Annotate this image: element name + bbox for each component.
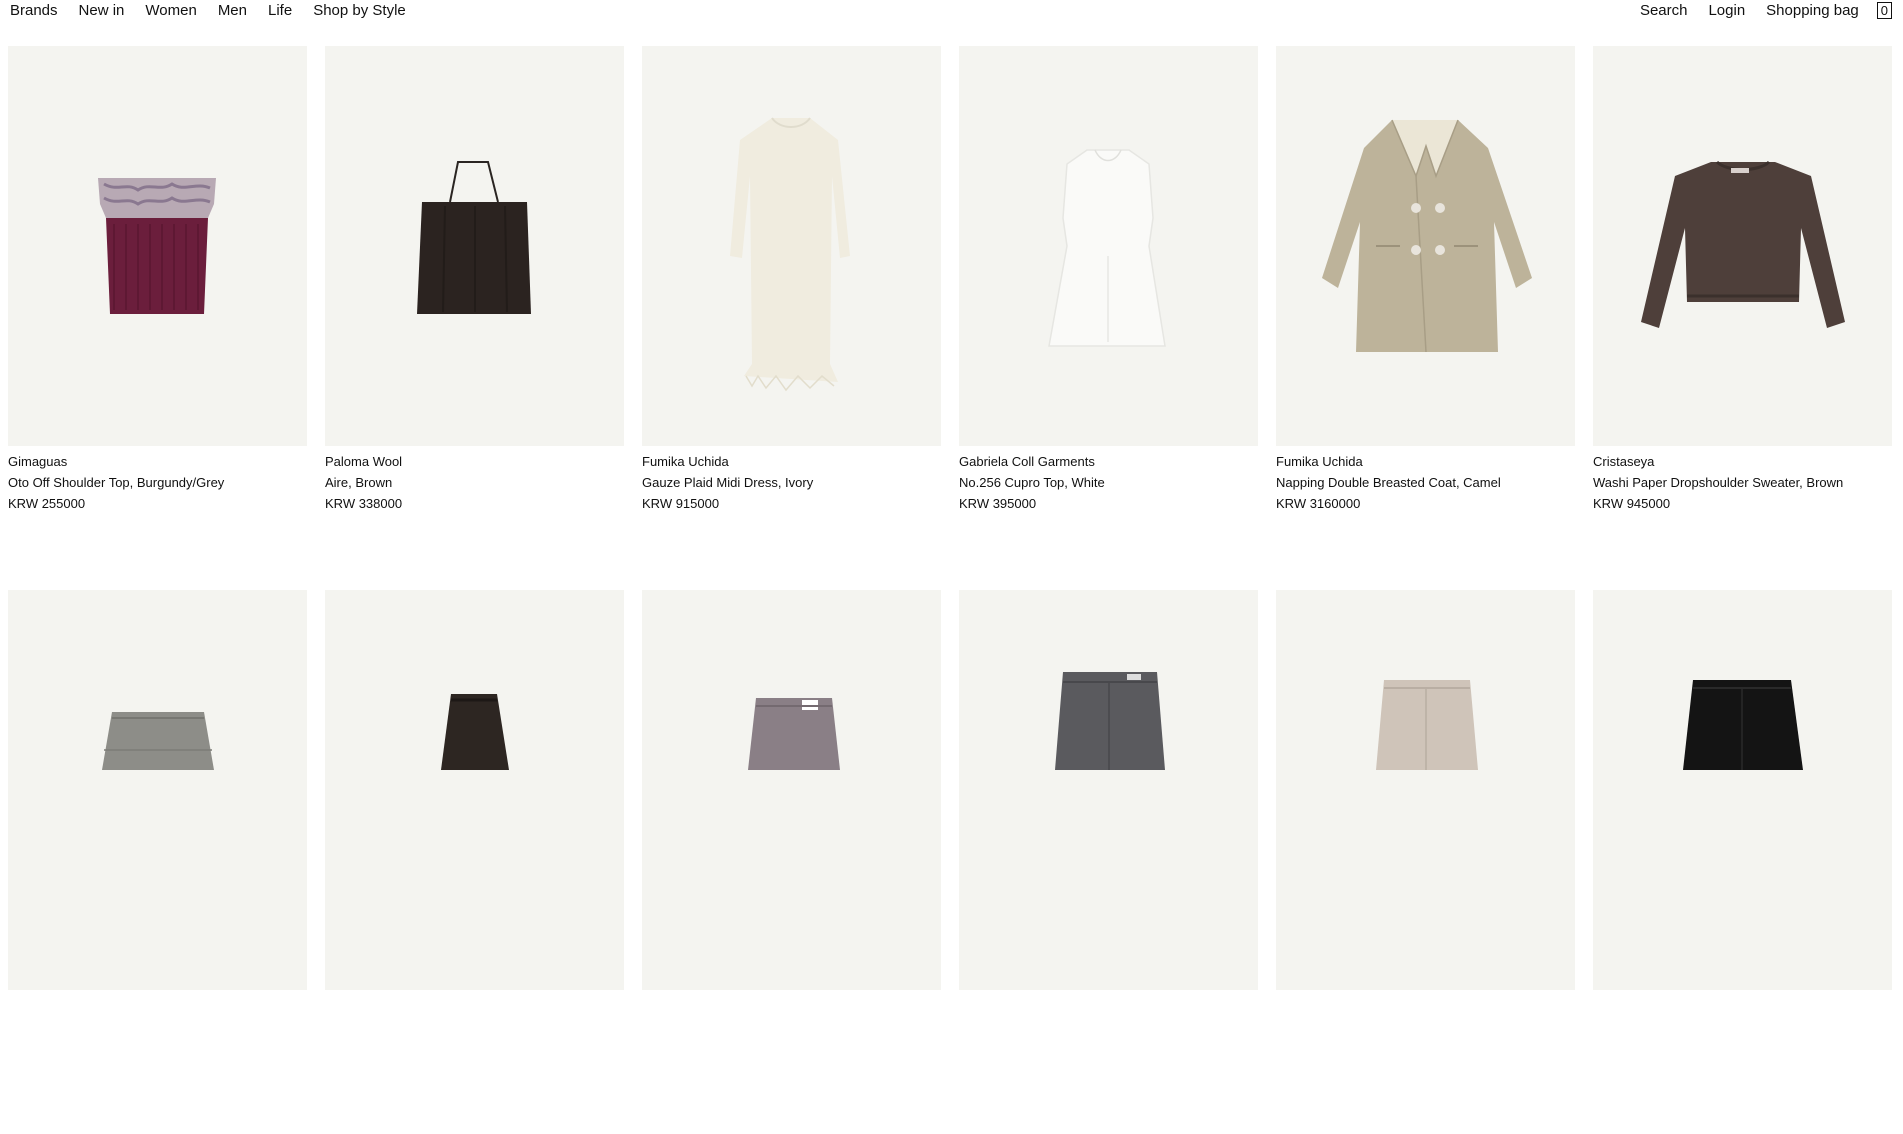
product-brand: Gimaguas: [8, 454, 68, 469]
product-card[interactable]: [1276, 590, 1575, 1134]
product-name: Gauze Plaid Midi Dress, Ivory: [642, 475, 814, 490]
midi-dress-image: [730, 117, 850, 392]
cupro-top-image: [1048, 149, 1166, 347]
search-link[interactable]: Search: [1640, 2, 1688, 19]
main-menu: Brands New in Women Men Life Shop by Sty…: [10, 2, 427, 19]
product-image[interactable]: [642, 590, 941, 990]
corduroy-pants-image: [1683, 680, 1803, 770]
nav-brands[interactable]: Brands: [10, 2, 58, 19]
product-image[interactable]: [1593, 590, 1892, 990]
product-brand: Fumika Uchida: [642, 454, 729, 469]
product-image[interactable]: [1276, 590, 1575, 990]
product-price: KRW 338000: [325, 496, 403, 511]
top-navigation: Brands New in Women Men Life Shop by Sty…: [0, 0, 1903, 22]
product-card[interactable]: Cristaseya Washi Paper Dropshoulder Swea…: [1593, 46, 1892, 590]
off-shoulder-top-image: [98, 178, 216, 314]
bag-count-badge[interactable]: 0: [1876, 2, 1892, 19]
product-image[interactable]: [325, 590, 624, 990]
product-image[interactable]: [1276, 46, 1575, 446]
product-price: KRW 945000: [1593, 496, 1671, 511]
product-card[interactable]: Paloma Wool Aire, Brown KRW 338000: [325, 46, 624, 590]
product-price: KRW 3160000: [1276, 496, 1361, 511]
product-price: KRW 255000: [8, 496, 86, 511]
product-image[interactable]: [959, 590, 1258, 990]
product-price: KRW 395000: [959, 496, 1037, 511]
denim-skirt-image: [748, 698, 840, 770]
product-image[interactable]: [642, 46, 941, 446]
account-menu: Search Login Shopping bag 0: [1619, 2, 1892, 19]
nav-shop-by-style[interactable]: Shop by Style: [313, 2, 406, 19]
nav-women[interactable]: Women: [145, 2, 196, 19]
product-name: Oto Off Shoulder Top, Burgundy/Grey: [8, 475, 225, 490]
chino-pants-image: [1376, 680, 1478, 770]
product-grid: Gimaguas Oto Off Shoulder Top, Burgundy/…: [8, 46, 1892, 1134]
tiered-skirt-image: [102, 712, 214, 770]
product-name: Napping Double Breasted Coat, Camel: [1276, 475, 1501, 490]
product-image[interactable]: [325, 46, 624, 446]
product-name: No.256 Cupro Top, White: [959, 475, 1105, 490]
product-card[interactable]: Gabriela Coll Garments No.256 Cupro Top,…: [959, 46, 1258, 590]
coat-image: [1322, 119, 1532, 353]
product-card[interactable]: [325, 590, 624, 1134]
product-brand: Fumika Uchida: [1276, 454, 1363, 469]
product-price: KRW 915000: [642, 496, 720, 511]
product-card[interactable]: [8, 590, 307, 1134]
product-card[interactable]: Fumika Uchida Gauze Plaid Midi Dress, Iv…: [642, 46, 941, 590]
sweater-image: [1641, 160, 1845, 328]
product-card[interactable]: Fumika Uchida Napping Double Breasted Co…: [1276, 46, 1575, 590]
halter-top-image: [417, 161, 531, 314]
product-image[interactable]: [8, 590, 307, 990]
product-name: Washi Paper Dropshoulder Sweater, Brown: [1593, 475, 1844, 490]
product-card[interactable]: [642, 590, 941, 1134]
nav-new-in[interactable]: New in: [79, 2, 125, 19]
product-brand: Paloma Wool: [325, 454, 403, 469]
cargo-shorts-image: [1055, 672, 1165, 770]
product-image[interactable]: [1593, 46, 1892, 446]
product-brand: Gabriela Coll Garments: [959, 454, 1095, 469]
product-card[interactable]: [1593, 590, 1892, 1134]
nav-men[interactable]: Men: [218, 2, 247, 19]
product-name: Aire, Brown: [325, 475, 393, 490]
product-card[interactable]: [959, 590, 1258, 1134]
nav-life[interactable]: Life: [268, 2, 292, 19]
shopping-bag-link[interactable]: Shopping bag: [1766, 2, 1859, 19]
product-brand: Cristaseya: [1593, 454, 1655, 469]
product-image[interactable]: [959, 46, 1258, 446]
product-card[interactable]: Gimaguas Oto Off Shoulder Top, Burgundy/…: [8, 46, 307, 590]
product-image[interactable]: [8, 46, 307, 446]
knit-skirt-image: [441, 694, 509, 770]
login-link[interactable]: Login: [1708, 2, 1745, 19]
